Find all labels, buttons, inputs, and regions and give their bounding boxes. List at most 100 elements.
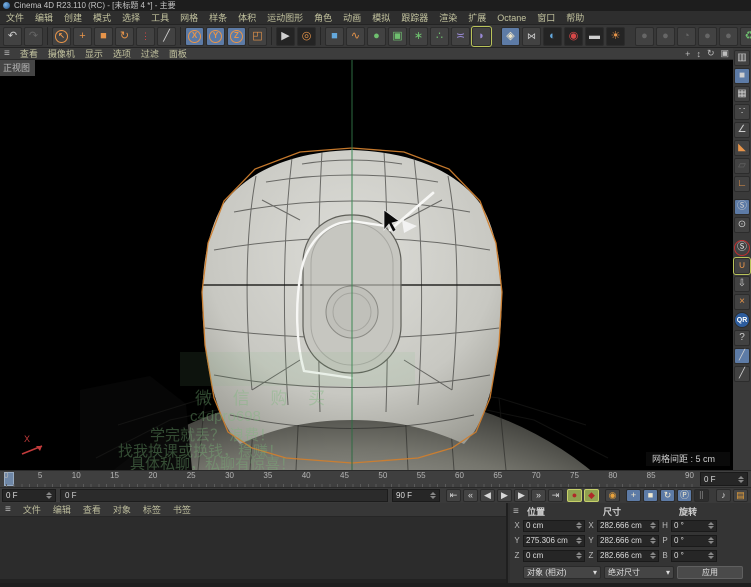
stepper-icon[interactable] bbox=[573, 552, 582, 559]
play-button[interactable]: ▶ bbox=[497, 489, 512, 502]
stepper-icon[interactable] bbox=[573, 522, 582, 529]
knife-active-icon[interactable]: ╱ bbox=[734, 348, 750, 364]
stepper-icon[interactable] bbox=[735, 476, 744, 483]
lock-x-axis-icon[interactable]: X bbox=[185, 27, 204, 46]
stepper-icon[interactable] bbox=[705, 522, 714, 529]
previous-key-button[interactable]: « bbox=[463, 489, 478, 502]
stepper-icon[interactable] bbox=[705, 552, 714, 559]
view-rotate-icon[interactable]: ↻ bbox=[707, 48, 715, 59]
menu-item[interactable]: 工具 bbox=[151, 11, 169, 24]
workplane-mode-icon[interactable]: ▱ bbox=[734, 158, 750, 174]
rotation-value-field[interactable]: 0 ° bbox=[671, 520, 717, 532]
size-value-field[interactable]: 282.666 cm bbox=[597, 535, 659, 547]
object-mode-dropdown[interactable]: 对象 (相对)▾ bbox=[523, 566, 601, 579]
lock-y-axis-icon[interactable]: Y bbox=[206, 27, 225, 46]
menu-item[interactable]: 编辑 bbox=[35, 11, 53, 24]
viewport-hamburger-icon[interactable]: ≡ bbox=[4, 48, 10, 59]
viewport-menu-item[interactable]: 面板 bbox=[169, 47, 187, 60]
timeline-ruler[interactable]: 051015202530354045505560657075808590 0 F bbox=[0, 470, 751, 487]
frame-spinner-top[interactable]: 0 F bbox=[700, 472, 748, 486]
enable-axis-icon[interactable]: ∟ bbox=[734, 176, 750, 192]
timeline-range-slider[interactable]: 0 F bbox=[60, 489, 388, 502]
menu-item[interactable]: 文件 bbox=[6, 11, 24, 24]
size-value-field[interactable]: 282.666 cm bbox=[597, 520, 659, 532]
view-label[interactable]: 正视图 bbox=[0, 60, 35, 76]
key-position-toggle[interactable]: + bbox=[626, 489, 641, 502]
viewport-menu-item[interactable]: 过滤 bbox=[141, 47, 159, 60]
object-manager-menu-item[interactable]: 文件 bbox=[23, 503, 41, 516]
goto-start-button[interactable]: ⇤ bbox=[446, 489, 461, 502]
subdivision-surface-icon[interactable]: ● bbox=[367, 27, 386, 46]
size-mode-dropdown[interactable]: 绝对尺寸▾ bbox=[604, 566, 674, 579]
position-value-field[interactable]: 0 cm bbox=[523, 550, 585, 562]
object-manager-menu-item[interactable]: 标签 bbox=[143, 503, 161, 516]
position-value-field[interactable]: 0 cm bbox=[523, 520, 585, 532]
film-sound-icon[interactable]: ▤ bbox=[733, 489, 748, 502]
recycle-icon[interactable]: ♻ bbox=[740, 27, 751, 46]
key-rotation-toggle[interactable]: ↻ bbox=[660, 489, 675, 502]
simulate-icon[interactable]: ◗ bbox=[472, 27, 491, 46]
scale-tool-icon[interactable]: ■ bbox=[94, 27, 113, 46]
octane-live-viewer-icon[interactable]: ◐ bbox=[543, 27, 562, 46]
octane-camera-icon[interactable]: ◉ bbox=[564, 27, 583, 46]
lock-z-axis-icon[interactable]: Z bbox=[227, 27, 246, 46]
object-manager-menu-item[interactable]: 书签 bbox=[173, 503, 191, 516]
key-parameter-toggle[interactable]: Ⓟ bbox=[677, 489, 692, 502]
deformer-icon[interactable]: ∗ bbox=[409, 27, 428, 46]
menu-item[interactable]: 渲染 bbox=[439, 11, 457, 24]
menu-item[interactable]: 窗口 bbox=[537, 11, 555, 24]
tool-history-icon[interactable]: ⋮ bbox=[136, 27, 155, 46]
viewport-canvas[interactable]: 微 信 购 买 c4dpro698 学完就丢？ 浪费！ 找我换课或换钱，稳赚！ … bbox=[0, 60, 733, 470]
points-mode-icon[interactable]: ∵ bbox=[734, 104, 750, 120]
object-manager-hamburger-icon[interactable]: ≡ bbox=[5, 504, 11, 515]
next-frame-button[interactable]: ▶ bbox=[514, 489, 529, 502]
workplane-snap-icon[interactable]: ⇩ bbox=[734, 276, 750, 292]
menu-item[interactable]: 运动图形 bbox=[267, 11, 303, 24]
rotation-value-field[interactable]: 0 ° bbox=[671, 550, 717, 562]
viewport-menu-item[interactable]: 显示 bbox=[85, 47, 103, 60]
rotate-tool-icon[interactable]: ↻ bbox=[115, 27, 134, 46]
coordinates-hamburger-icon[interactable]: ≡ bbox=[513, 506, 527, 517]
scene-nodes-icon[interactable]: ⊙ bbox=[734, 217, 750, 233]
material-max-icon[interactable]: ● bbox=[719, 27, 738, 46]
size-value-field[interactable]: 282.666 cm bbox=[597, 550, 659, 562]
stepper-icon[interactable] bbox=[647, 552, 656, 559]
position-value-field[interactable]: 275.306 cm bbox=[523, 535, 585, 547]
stepper-icon[interactable] bbox=[705, 537, 714, 544]
menu-item[interactable]: 模式 bbox=[93, 11, 111, 24]
menu-item[interactable]: 跟踪器 bbox=[401, 11, 428, 24]
volume-icon[interactable]: ∴ bbox=[430, 27, 449, 46]
range-end-field[interactable]: 90 F bbox=[392, 489, 440, 502]
view-maximize-icon[interactable]: ▣ bbox=[720, 48, 729, 59]
octane-environment-icon[interactable]: ▬ bbox=[585, 27, 604, 46]
stepper-icon[interactable] bbox=[647, 537, 656, 544]
next-key-button[interactable]: » bbox=[531, 489, 546, 502]
viewport-menu-item[interactable]: 摄像机 bbox=[48, 47, 75, 60]
make-editable-icon[interactable]: ▥ bbox=[734, 50, 750, 66]
stepper-icon[interactable] bbox=[43, 492, 52, 499]
knife-alt-icon[interactable]: ╱ bbox=[734, 366, 750, 382]
simulation-icon[interactable]: Ⓢ bbox=[734, 199, 750, 215]
goto-end-button[interactable]: ⇥ bbox=[548, 489, 563, 502]
menu-item[interactable]: 选择 bbox=[122, 11, 140, 24]
octane-daylight-icon[interactable]: ☀ bbox=[606, 27, 625, 46]
key-pla-toggle[interactable]: ⣿ bbox=[694, 489, 709, 502]
material-mix-icon[interactable]: ◔ bbox=[677, 27, 696, 46]
record-button[interactable]: ● bbox=[567, 489, 582, 502]
material-specular-icon[interactable]: ● bbox=[698, 27, 717, 46]
view-pan-icon[interactable]: + bbox=[685, 49, 690, 59]
render-view-icon[interactable]: ▶ bbox=[276, 27, 295, 46]
menu-item[interactable]: 网格 bbox=[180, 11, 198, 24]
menu-item[interactable]: 动画 bbox=[343, 11, 361, 24]
viewport-menu-item[interactable]: 选项 bbox=[113, 47, 131, 60]
render-settings-icon[interactable]: ◎ bbox=[297, 27, 316, 46]
menu-item[interactable]: 体积 bbox=[238, 11, 256, 24]
edges-mode-icon[interactable]: ∠ bbox=[734, 122, 750, 138]
generator-icon[interactable]: ▣ bbox=[388, 27, 407, 46]
menu-item[interactable]: Octane bbox=[497, 13, 526, 23]
menu-item[interactable]: 帮助 bbox=[566, 11, 584, 24]
previous-frame-button[interactable]: ◀ bbox=[480, 489, 495, 502]
dynamic-guides-icon[interactable]: × bbox=[734, 294, 750, 310]
menu-item[interactable]: 样条 bbox=[209, 11, 227, 24]
material-glossy-icon[interactable]: ● bbox=[656, 27, 675, 46]
